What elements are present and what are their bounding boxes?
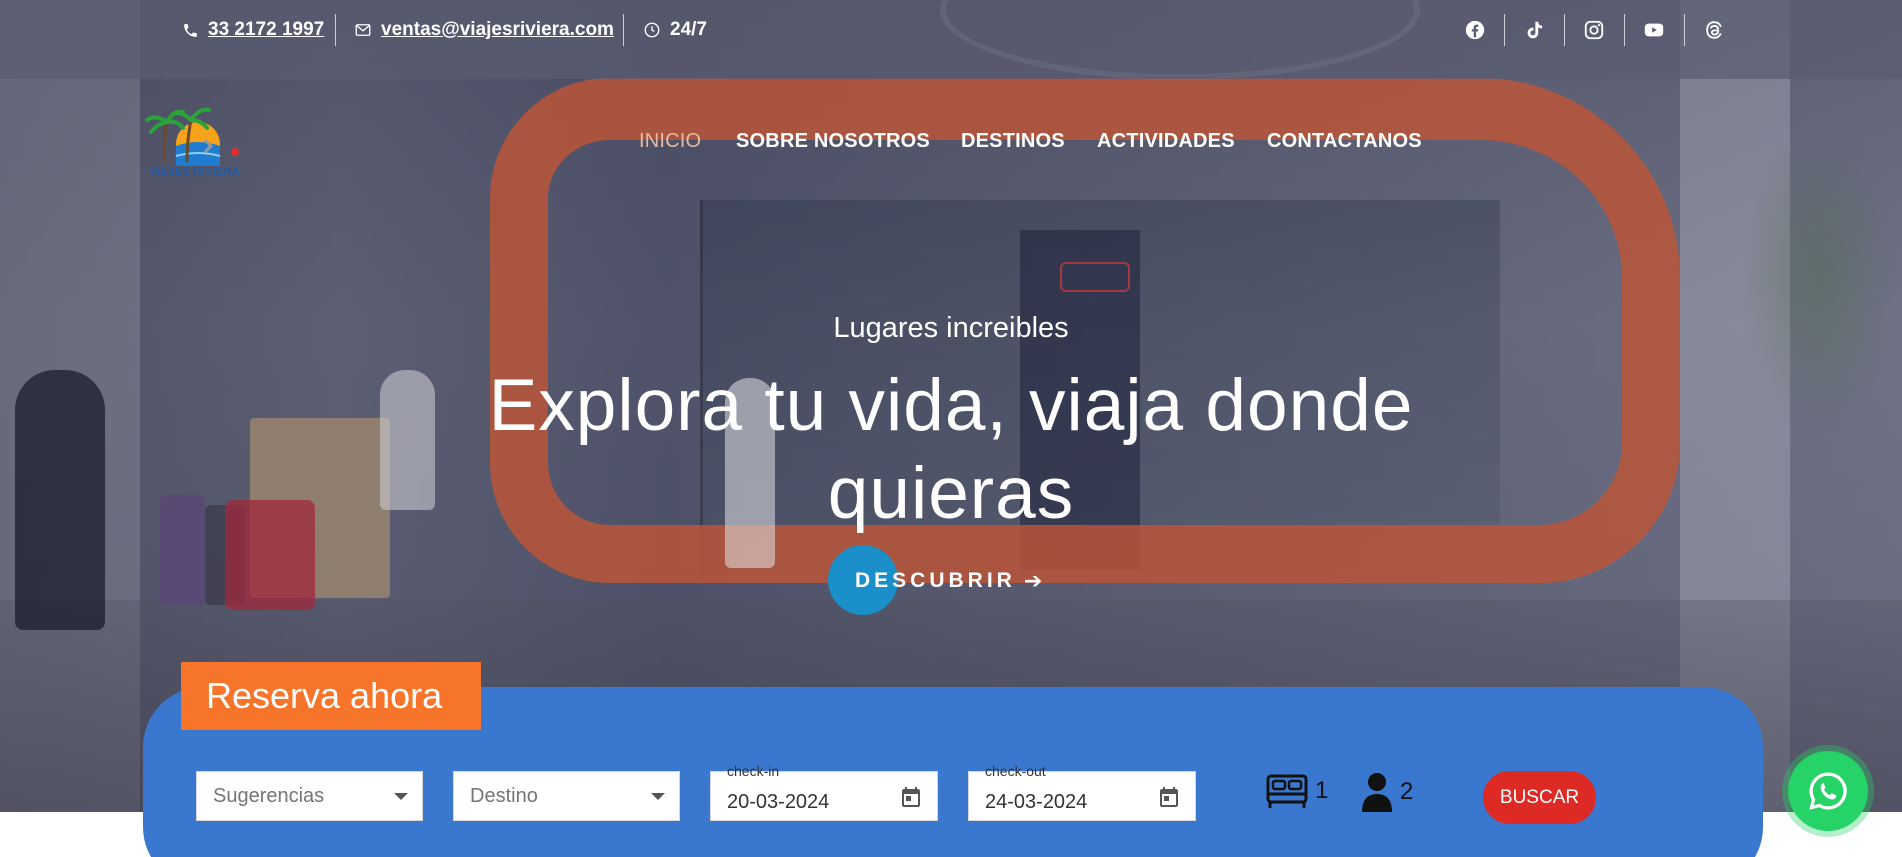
checkin-date-input[interactable]: check-in 20-03-2024 — [710, 763, 938, 821]
hero-subtitle: Lugares increibles — [833, 312, 1069, 344]
destination-select[interactable]: Destino — [453, 771, 680, 821]
background-suitcase — [160, 495, 205, 605]
divider — [1624, 14, 1625, 46]
mail-icon — [354, 21, 372, 39]
facebook-icon[interactable] — [1462, 17, 1488, 43]
guests-counter[interactable]: 2 — [1360, 772, 1413, 812]
nav-item-contactanos[interactable]: CONTACTANOS — [1267, 130, 1422, 153]
suggestions-placeholder: Sugerencias — [213, 784, 325, 807]
nav-item-actividades[interactable]: ACTIVIDADES — [1097, 130, 1235, 153]
logo-text: VIAJES RIVIERA — [149, 166, 241, 178]
nav-item-inicio[interactable]: INICIO — [639, 130, 701, 153]
background-suitcase — [225, 500, 315, 610]
divider — [1564, 14, 1565, 46]
background-sign — [1060, 262, 1130, 292]
background-person — [15, 370, 105, 630]
nav-item-sobre-nosotros[interactable]: SOBRE NOSOTROS — [736, 130, 930, 153]
divider — [335, 14, 336, 46]
phone-link[interactable]: 33 2172 1997 — [208, 19, 324, 41]
threads-icon[interactable] — [1701, 17, 1727, 43]
divider — [623, 14, 624, 46]
person-icon — [1362, 773, 1392, 812]
bed-icon — [1266, 774, 1308, 808]
discover-label: DESCUBRIR — [855, 569, 1016, 592]
suggestions-select[interactable]: Sugerencias — [196, 771, 423, 821]
destination-placeholder: Destino — [470, 784, 538, 807]
top-bar: 33 2172 1997 ventas@viajesriviera.com 24… — [0, 0, 1902, 79]
whatsapp-button[interactable] — [1788, 751, 1868, 831]
contact-email[interactable]: ventas@viajesriviera.com — [354, 17, 614, 43]
calendar-icon[interactable] — [1157, 785, 1181, 809]
rooms-count: 1 — [1315, 777, 1329, 804]
reserve-now-tab: Reserva ahora — [181, 662, 481, 730]
rooms-counter[interactable]: 1 — [1265, 772, 1328, 810]
youtube-icon[interactable] — [1641, 17, 1667, 43]
hours-text: 24/7 — [670, 19, 707, 40]
checkout-label: check-out — [985, 763, 1046, 779]
clock-icon — [643, 21, 661, 39]
checkin-value: 20-03-2024 — [727, 790, 830, 813]
phone-icon — [181, 21, 199, 39]
instagram-icon[interactable] — [1581, 17, 1607, 43]
chevron-down-icon — [394, 793, 408, 800]
whatsapp-icon — [1809, 772, 1847, 810]
site-logo[interactable]: VIAJES RIVIERA — [143, 100, 253, 185]
calendar-icon[interactable] — [899, 785, 923, 809]
chevron-down-icon — [651, 793, 665, 800]
contact-phone[interactable]: 33 2172 1997 — [181, 17, 324, 43]
background-plant — [1740, 120, 1900, 440]
discover-button[interactable]: DESCUBRIR ➔ — [855, 568, 1042, 594]
divider — [1684, 14, 1685, 46]
checkout-value: 24-03-2024 — [985, 790, 1088, 813]
email-link[interactable]: ventas@viajesriviera.com — [381, 19, 614, 41]
checkout-date-input[interactable]: check-out 24-03-2024 — [968, 763, 1196, 821]
guests-count: 2 — [1400, 778, 1414, 805]
nav-item-destinos[interactable]: DESTINOS — [961, 130, 1065, 153]
checkin-label: check-in — [727, 763, 780, 779]
search-button[interactable]: BUSCAR — [1483, 771, 1596, 824]
divider — [1504, 14, 1505, 46]
tiktok-icon[interactable] — [1521, 17, 1547, 43]
contact-hours: 24/7 — [643, 17, 707, 43]
hero-title: Explora tu vida, viaja donde quieras — [488, 365, 1414, 534]
arrow-right-icon: ➔ — [1023, 568, 1043, 593]
